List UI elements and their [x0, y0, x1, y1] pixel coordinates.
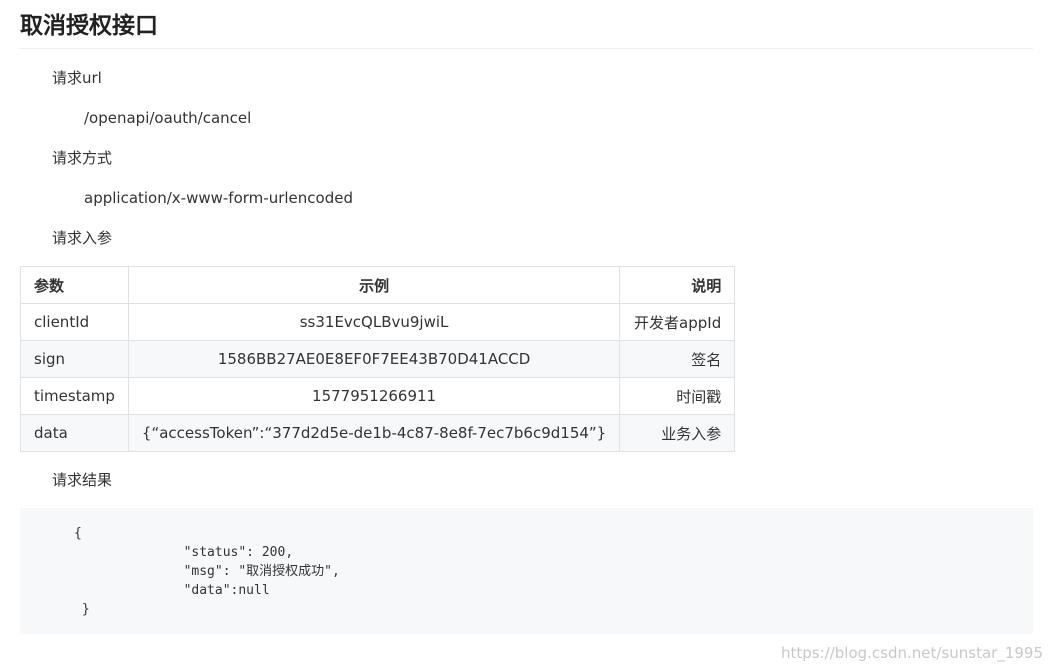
param-description: 签名 — [620, 341, 735, 378]
table-row: clientId ss31EvcQLBvu9jwiL 开发者appId — [21, 304, 735, 341]
param-name: timestamp — [21, 378, 129, 415]
params-table: 参数 示例 说明 clientId ss31EvcQLBvu9jwiL 开发者a… — [20, 266, 735, 452]
param-example: 1577951266911 — [128, 378, 619, 415]
page-title: 取消授权接口 — [20, 12, 1033, 49]
table-row: timestamp 1577951266911 时间戳 — [21, 378, 735, 415]
table-row: sign 1586BB27AE0E8EF0F7EE43B70D41ACCD 签名 — [21, 341, 735, 378]
request-method-label: 请求方式 — [52, 148, 112, 168]
watermark: https://blog.csdn.net/sunstar_1995 — [781, 644, 1043, 662]
param-name: sign — [21, 341, 129, 378]
header-example: 示例 — [128, 267, 619, 304]
param-example: ss31EvcQLBvu9jwiL — [128, 304, 619, 341]
param-name: data — [21, 415, 129, 452]
param-example: {“accessToken”:“377d2d5e-de1b-4c87-8e8f-… — [128, 415, 619, 452]
param-example: 1586BB27AE0E8EF0F7EE43B70D41ACCD — [128, 341, 619, 378]
request-params-label: 请求入参 — [52, 228, 112, 248]
header-param: 参数 — [21, 267, 129, 304]
table-header-row: 参数 示例 说明 — [21, 267, 735, 304]
param-description: 开发者appId — [620, 304, 735, 341]
param-description: 时间戳 — [620, 378, 735, 415]
request-result-label: 请求结果 — [52, 470, 112, 490]
table-row: data {“accessToken”:“377d2d5e-de1b-4c87-… — [21, 415, 735, 452]
request-url-label: 请求url — [52, 68, 102, 88]
result-code-block: { "status": 200, "msg": "取消授权成功", "data"… — [20, 508, 1033, 634]
header-description: 说明 — [620, 267, 735, 304]
request-url-value: /openapi/oauth/cancel — [84, 108, 251, 128]
param-description: 业务入参 — [620, 415, 735, 452]
request-method-value: application/x-www-form-urlencoded — [84, 188, 353, 208]
param-name: clientId — [21, 304, 129, 341]
